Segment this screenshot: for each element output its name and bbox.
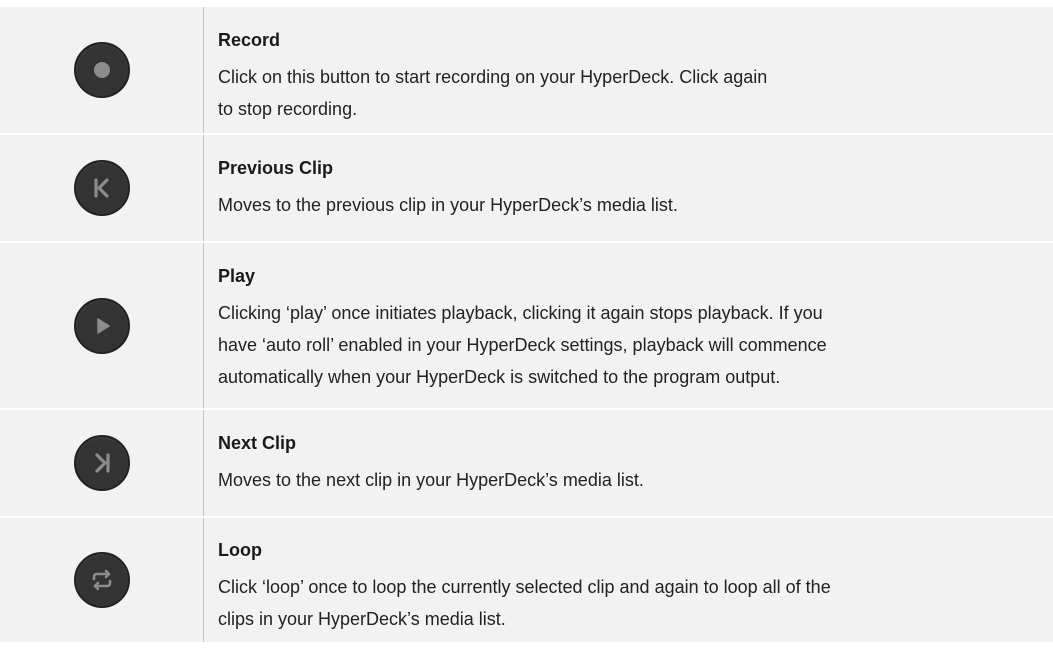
icon-cell: [0, 243, 204, 408]
previous-clip-icon: [93, 178, 109, 198]
description-line: Click on this button to start recording …: [218, 67, 768, 87]
control-title: Previous Clip: [218, 158, 334, 178]
description-line: Moves to the next clip in your HyperDeck…: [218, 470, 644, 490]
next-clip-button[interactable]: [73, 435, 130, 491]
play-button[interactable]: [73, 297, 130, 354]
play-icon: [96, 317, 110, 334]
control-description: Click ‘loop’ once to loop the currently …: [218, 571, 1033, 635]
control-title: Play: [218, 266, 256, 286]
control-title: Record: [218, 30, 281, 50]
previous-clip-button[interactable]: [73, 160, 130, 216]
icon-cell: [0, 135, 204, 241]
record-button[interactable]: [73, 42, 130, 98]
control-row-previous-clip: Previous Clip Moves to the previous clip…: [0, 134, 1053, 242]
description-line: Clicking ‘play’ once initiates playback,…: [218, 303, 823, 323]
control-title: Loop: [218, 540, 262, 560]
control-description: Click on this button to start recording …: [218, 61, 1033, 125]
controls-table: Record Click on this button to start rec…: [0, 7, 1053, 643]
text-cell: Play Clicking ‘play’ once initiates play…: [204, 243, 1053, 408]
text-cell: Loop Click ‘loop’ once to loop the curre…: [204, 518, 1053, 642]
description-line: Moves to the previous clip in your Hyper…: [218, 195, 678, 215]
loop-icon: [92, 569, 111, 591]
description-line: have ‘auto roll’ enabled in your HyperDe…: [218, 335, 827, 355]
control-description: Moves to the previous clip in your Hyper…: [218, 189, 1033, 221]
description-line: automatically when your HyperDeck is swi…: [218, 367, 781, 387]
text-cell: Record Click on this button to start rec…: [204, 7, 1053, 133]
icon-cell: [0, 518, 204, 642]
loop-button[interactable]: [73, 552, 130, 608]
control-row-play: Play Clicking ‘play’ once initiates play…: [0, 242, 1053, 409]
text-cell: Previous Clip Moves to the previous clip…: [204, 135, 1053, 241]
description-line: to stop recording.: [218, 99, 358, 119]
control-description: Clicking ‘play’ once initiates playback,…: [218, 297, 1033, 393]
record-icon: [93, 62, 110, 78]
control-row-next-clip: Next Clip Moves to the next clip in your…: [0, 409, 1053, 517]
next-clip-icon: [94, 453, 110, 473]
description-line: clips in your HyperDeck’s media list.: [218, 609, 506, 629]
icon-cell: [0, 410, 204, 516]
control-row-record: Record Click on this button to start rec…: [0, 7, 1053, 134]
text-cell: Next Clip Moves to the next clip in your…: [204, 410, 1053, 516]
control-description: Moves to the next clip in your HyperDeck…: [218, 464, 1033, 496]
icon-cell: [0, 7, 204, 133]
control-title: Next Clip: [218, 433, 297, 453]
description-line: Click ‘loop’ once to loop the currently …: [218, 577, 831, 597]
control-row-loop: Loop Click ‘loop’ once to loop the curre…: [0, 517, 1053, 643]
